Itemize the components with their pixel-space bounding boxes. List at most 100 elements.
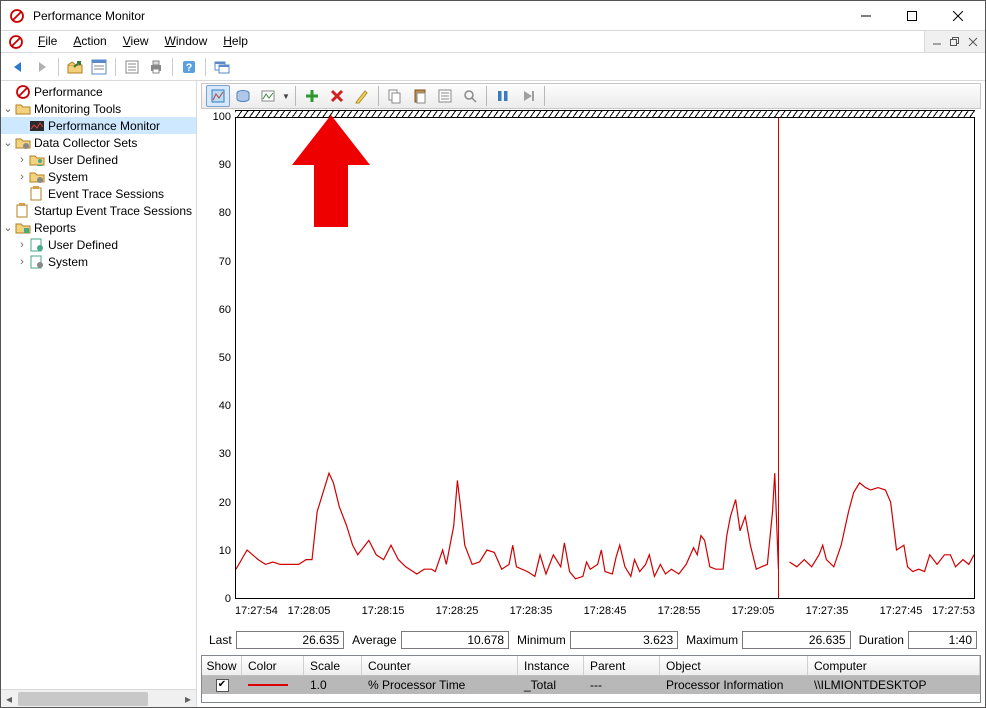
highlight-button[interactable] xyxy=(350,85,374,107)
scroll-right-icon[interactable]: ▸ xyxy=(180,691,196,707)
folder-gear-icon xyxy=(29,169,45,185)
properties-button[interactable] xyxy=(433,85,457,107)
col-computer[interactable]: Computer xyxy=(808,656,980,675)
add-button[interactable] xyxy=(300,85,324,107)
mdi-close-button[interactable] xyxy=(965,34,981,50)
zoom-button[interactable] xyxy=(458,85,482,107)
scroll-left-icon[interactable]: ◂ xyxy=(1,691,17,707)
graph-type-dropdown[interactable]: ▼ xyxy=(281,92,291,101)
tree-reports[interactable]: ⌄ Reports xyxy=(1,219,196,236)
perfmon-icon xyxy=(29,118,45,134)
menu-bar: File Action View Window Help xyxy=(1,31,985,53)
svg-text:?: ? xyxy=(186,62,193,74)
row-color-swatch xyxy=(248,684,288,686)
mdi-controls xyxy=(924,31,985,52)
close-button[interactable] xyxy=(935,1,981,30)
plot-area[interactable] xyxy=(235,117,975,599)
app-icon xyxy=(9,8,25,24)
collapse-icon[interactable]: ⌄ xyxy=(1,136,15,149)
menu-help[interactable]: Help xyxy=(215,31,256,52)
menu-file[interactable]: File xyxy=(30,31,65,52)
row-instance: _Total xyxy=(518,677,584,693)
duration-value: 1:40 xyxy=(908,631,977,649)
scroll-thumb[interactable] xyxy=(18,692,148,706)
tree-dcs-system[interactable]: › System xyxy=(1,168,196,185)
row-parent: --- xyxy=(584,677,660,693)
tree-reports-system[interactable]: › System xyxy=(1,253,196,270)
mdi-restore-button[interactable] xyxy=(947,34,963,50)
minimum-label: Minimum xyxy=(517,633,566,647)
help-button[interactable]: ? xyxy=(178,56,200,78)
update-button[interactable] xyxy=(516,85,540,107)
expand-icon[interactable]: › xyxy=(15,171,29,183)
export-button[interactable] xyxy=(121,56,143,78)
expand-icon[interactable]: › xyxy=(15,154,29,166)
folder-user-icon xyxy=(29,152,45,168)
trace-icon xyxy=(29,186,45,202)
row-checkbox[interactable]: ✔ xyxy=(216,679,229,692)
tree-monitoring-tools[interactable]: ⌄ Monitoring Tools xyxy=(1,100,196,117)
menu-action[interactable]: Action xyxy=(65,31,114,52)
last-value: 26.635 xyxy=(236,631,344,649)
minimum-value: 3.623 xyxy=(570,631,678,649)
forward-button[interactable] xyxy=(31,56,53,78)
row-scale: 1.0 xyxy=(304,677,362,693)
properties-button[interactable] xyxy=(88,56,110,78)
tree-startup-event-trace-sessions[interactable]: Startup Event Trace Sessions xyxy=(1,202,196,219)
tree-hscrollbar[interactable]: ◂ ▸ xyxy=(1,689,196,707)
maximum-label: Maximum xyxy=(686,633,738,647)
col-parent[interactable]: Parent xyxy=(584,656,660,675)
tree-reports-user-defined[interactable]: › User Defined xyxy=(1,236,196,253)
col-scale[interactable]: Scale xyxy=(304,656,362,675)
chart: 0102030405060708090100 17:27:5417:28:051… xyxy=(201,117,981,623)
tree[interactable]: Performance ⌄ Monitoring Tools Performan… xyxy=(1,81,196,689)
duration-label: Duration xyxy=(859,633,904,647)
maximum-value: 26.635 xyxy=(742,631,850,649)
counters-grid[interactable]: Show Color Scale Counter Instance Parent… xyxy=(201,655,981,703)
tree-performance-monitor[interactable]: Performance Monitor xyxy=(1,117,196,134)
report-user-icon xyxy=(29,237,45,253)
tree-dcs-user-defined[interactable]: › User Defined xyxy=(1,151,196,168)
maximize-button[interactable] xyxy=(889,1,935,30)
view-log-button[interactable] xyxy=(231,85,255,107)
row-counter: % Processor Time xyxy=(362,677,518,693)
collapse-icon[interactable]: ⌄ xyxy=(1,102,15,115)
show-hide-tree-button[interactable] xyxy=(64,56,86,78)
expand-icon[interactable]: › xyxy=(15,239,29,251)
folder-gear-icon xyxy=(15,135,31,151)
back-button[interactable] xyxy=(7,56,29,78)
stats-row: Last 26.635 Average 10.678 Minimum 3.623… xyxy=(201,629,981,651)
y-axis: 0102030405060708090100 xyxy=(201,117,235,599)
tree-data-collector-sets[interactable]: ⌄ Data Collector Sets xyxy=(1,134,196,151)
menu-window[interactable]: Window xyxy=(157,31,216,52)
print-button[interactable] xyxy=(145,56,167,78)
trace-icon xyxy=(15,203,31,219)
minimize-button[interactable] xyxy=(843,1,889,30)
copy-button[interactable] xyxy=(383,85,407,107)
mdi-minimize-button[interactable] xyxy=(929,34,945,50)
col-instance[interactable]: Instance xyxy=(518,656,584,675)
col-show[interactable]: Show xyxy=(202,656,242,675)
tree-event-trace-sessions[interactable]: Event Trace Sessions xyxy=(1,185,196,202)
perfmon-root-icon xyxy=(15,84,31,100)
main-toolbar: ? xyxy=(1,53,985,81)
col-counter[interactable]: Counter xyxy=(362,656,518,675)
average-value: 10.678 xyxy=(401,631,509,649)
grid-row[interactable]: ✔ 1.0 % Processor Time _Total --- Proces… xyxy=(202,676,980,694)
report-system-icon xyxy=(29,254,45,270)
expand-icon[interactable]: › xyxy=(15,256,29,268)
menu-view[interactable]: View xyxy=(115,31,157,52)
collapse-icon[interactable]: ⌄ xyxy=(1,221,15,234)
view-current-button[interactable] xyxy=(206,85,230,107)
paste-button[interactable] xyxy=(408,85,432,107)
col-color[interactable]: Color xyxy=(242,656,304,675)
delete-button[interactable] xyxy=(325,85,349,107)
graph-type-button[interactable] xyxy=(256,85,280,107)
x-axis: 17:27:5417:28:0517:28:1517:28:2517:28:35… xyxy=(235,603,975,623)
tree-root[interactable]: Performance xyxy=(1,83,196,100)
average-label: Average xyxy=(352,633,396,647)
freeze-button[interactable] xyxy=(491,85,515,107)
mdi-icon xyxy=(8,34,24,50)
new-window-button[interactable] xyxy=(211,56,233,78)
col-object[interactable]: Object xyxy=(660,656,808,675)
